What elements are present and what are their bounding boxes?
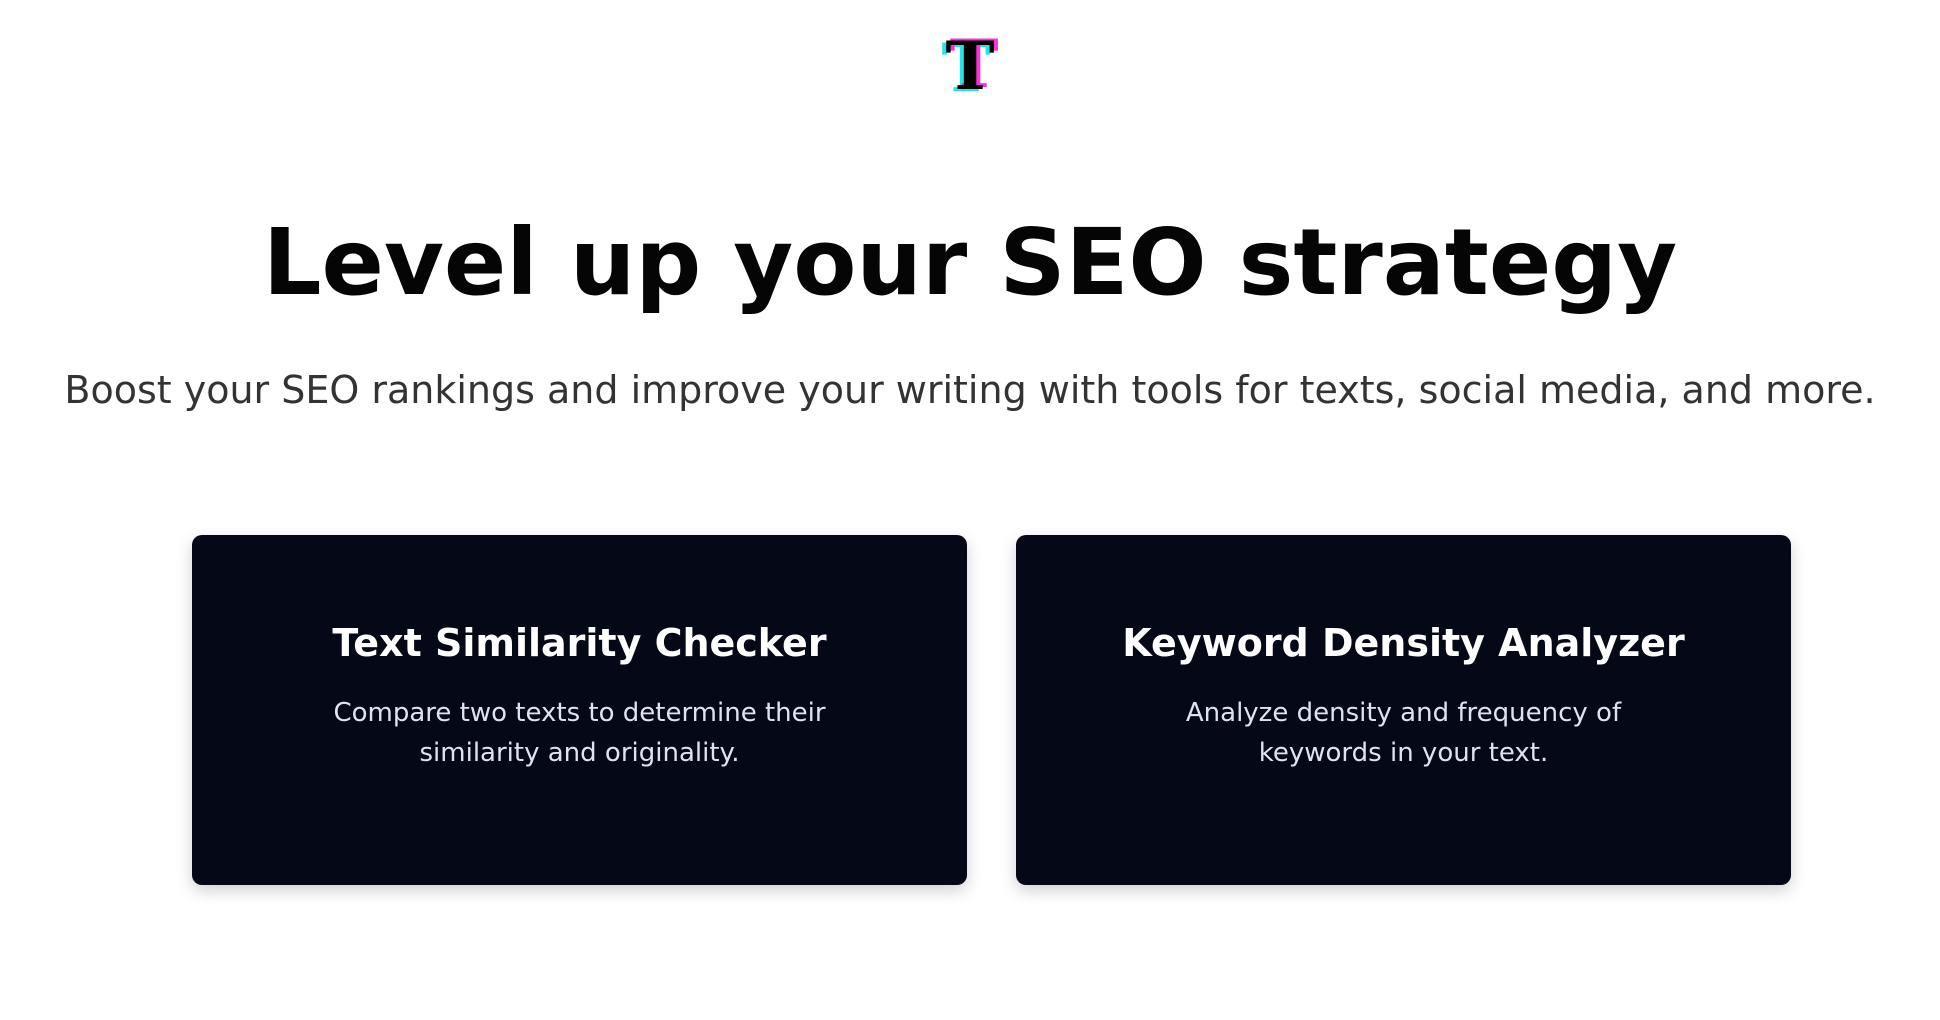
- tool-cards: Text Similarity Checker Compare two text…: [192, 535, 1792, 885]
- tool-card-title: Text Similarity Checker: [332, 621, 827, 665]
- tool-card-keyword-density-analyzer[interactable]: Keyword Density Analyzer Analyze density…: [1016, 535, 1791, 885]
- tool-card-description: Analyze density and frequency of keyword…: [1185, 698, 1622, 768]
- hero-subtitle: Boost your SEO rankings and improve your…: [64, 368, 1876, 412]
- tool-card-text-similarity-checker[interactable]: Text Similarity Checker Compare two text…: [192, 535, 967, 885]
- site-logo[interactable]: T T T: [0, 25, 1940, 107]
- logo-t-icon: T T T: [941, 25, 998, 107]
- hero-title: Level up your SEO strategy: [262, 209, 1678, 316]
- tool-card-description: Compare two texts to determine their sim…: [333, 698, 826, 768]
- tool-card-title: Keyword Density Analyzer: [1122, 621, 1685, 665]
- logo-letter: T: [945, 27, 995, 105]
